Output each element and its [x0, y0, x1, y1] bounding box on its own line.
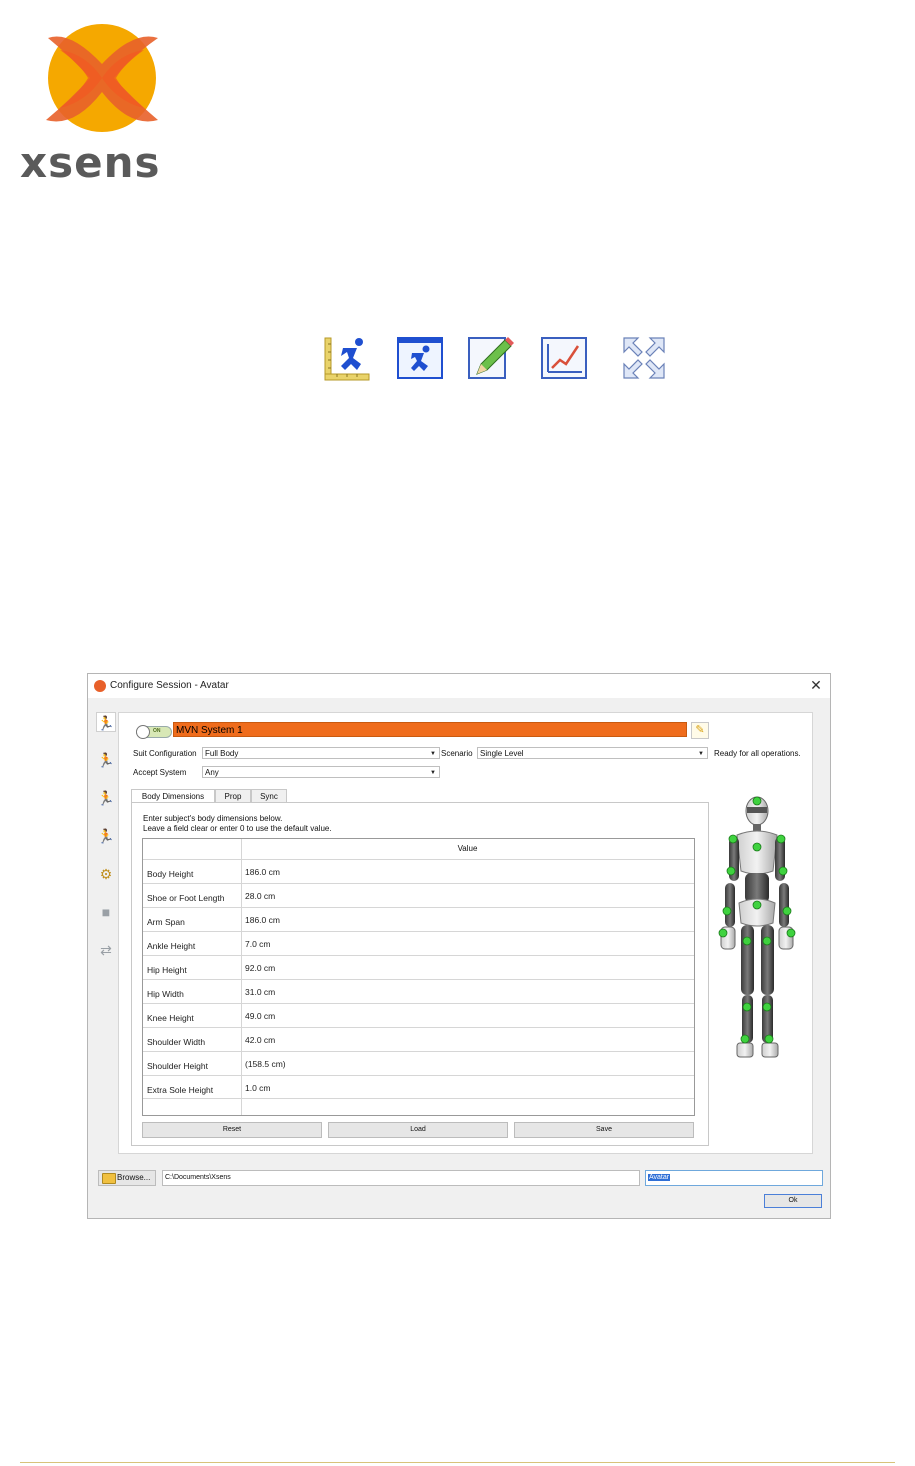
save-button[interactable]: Save [514, 1122, 694, 1138]
row-value[interactable]: 49.0 cm [245, 1011, 275, 1021]
row-value[interactable]: 1.0 cm [245, 1083, 271, 1093]
table-row[interactable]: Shoulder Width 42.0 cm [143, 1027, 694, 1051]
file-name-value: Avatar [648, 1174, 671, 1181]
dialog-title: Configure Session - Avatar [110, 680, 229, 691]
side-item-runner-2-icon[interactable]: 🏃 [96, 750, 116, 770]
row-label: Extra Sole Height [147, 1085, 214, 1095]
system-name-field[interactable]: MVN System 1 [173, 722, 687, 737]
xsens-app-icon [94, 680, 106, 692]
row-label: Knee Height [147, 1013, 194, 1023]
suit-configuration-select[interactable]: Full Body ▼ [202, 747, 440, 759]
table-row[interactable]: Body Height 186.0 cm [143, 859, 694, 883]
dropdown-arrow-icon: ▼ [698, 751, 704, 757]
pencil-edit-icon[interactable] [467, 334, 515, 382]
table-row[interactable]: Shoe or Foot Length 28.0 cm [143, 883, 694, 907]
table-row[interactable]: Shoulder Height (158.5 cm) [143, 1051, 694, 1075]
status-text: Ready for all operations. [714, 749, 801, 758]
side-item-avatar-icon[interactable]: 🏃 [96, 712, 116, 732]
configure-session-dialog: Configure Session - Avatar ✕ 🏃 🏃 🏃 🏃 ⚙ ■… [87, 673, 831, 1219]
accept-system-select[interactable]: Any ▼ [202, 766, 440, 778]
row-label: Hip Height [147, 965, 187, 975]
row-label: Hip Width [147, 989, 184, 999]
page-footer-line [20, 1462, 895, 1463]
side-item-camera-icon[interactable]: ■ [96, 902, 116, 922]
title-bar: Configure Session - Avatar ✕ [88, 674, 830, 698]
row-value[interactable]: 28.0 cm [245, 891, 275, 901]
row-value[interactable]: (158.5 cm) [245, 1059, 286, 1069]
reset-button[interactable]: Reset [142, 1122, 322, 1138]
browse-label: Browse... [117, 1173, 151, 1182]
table-row[interactable]: Arm Span 186.0 cm [143, 907, 694, 931]
instruction-line-1: Enter subject's body dimensions below. [143, 814, 283, 823]
row-value[interactable]: 42.0 cm [245, 1035, 275, 1045]
dropdown-arrow-icon: ▼ [430, 751, 436, 757]
body-dimensions-table: Value Body Height 186.0 cm Shoe or Foot L… [142, 838, 695, 1116]
instruction-line-2: Leave a field clear or enter 0 to use th… [143, 824, 332, 833]
toggle-label: ON [153, 728, 161, 734]
scenario-label: Scenario [441, 749, 473, 758]
table-row[interactable]: Knee Height 49.0 cm [143, 1003, 694, 1027]
table-row[interactable]: Extra Sole Height 1.0 cm [143, 1075, 694, 1099]
accept-system-value: Any [205, 768, 219, 777]
row-label: Shoulder Height [147, 1061, 208, 1071]
value-column-header: Value [457, 844, 478, 853]
avatar-window-icon[interactable] [396, 334, 444, 382]
side-item-runner-4-icon[interactable]: 🏃 [96, 826, 116, 846]
suit-configuration-value: Full Body [205, 749, 239, 758]
body-dimensions-icon[interactable] [323, 334, 371, 382]
tab-prop[interactable]: Prop [215, 789, 251, 803]
file-name-input[interactable]: Avatar [645, 1170, 823, 1186]
row-label: Body Height [147, 869, 194, 879]
row-value[interactable]: 7.0 cm [245, 939, 271, 949]
system-toggle[interactable]: ON [136, 725, 172, 739]
suit-configuration-label: Suit Configuration [133, 749, 197, 758]
side-item-settings-icon[interactable]: ⚙ [96, 864, 116, 884]
line-graph-icon[interactable] [540, 334, 588, 382]
row-label: Arm Span [147, 917, 185, 927]
table-row[interactable]: Ankle Height 7.0 cm [143, 931, 694, 955]
body-dimensions-panel: Enter subject's body dimensions below. L… [131, 802, 709, 1146]
side-item-runner-3-icon[interactable]: 🏃 [96, 788, 116, 808]
row-value[interactable]: 92.0 cm [245, 963, 275, 973]
load-button[interactable]: Load [328, 1122, 508, 1138]
edit-name-icon[interactable]: ✎ [691, 722, 709, 739]
row-value[interactable]: 186.0 cm [245, 915, 280, 925]
accept-system-label: Accept System [133, 768, 187, 777]
dialog-client-area: 🏃 🏃 🏃 🏃 ⚙ ■ ⇄ ON MVN System 1 ✎ Suit Con… [88, 698, 830, 1218]
xsens-wordmark: xsens [20, 138, 161, 187]
table-row[interactable]: Hip Width 31.0 cm [143, 979, 694, 1003]
scenario-value: Single Level [480, 749, 524, 758]
folder-icon [102, 1173, 116, 1184]
expand-arrows-icon[interactable] [620, 334, 668, 382]
row-value[interactable]: 31.0 cm [245, 987, 275, 997]
toggle-knob [136, 725, 150, 739]
scenario-select[interactable]: Single Level ▼ [477, 747, 708, 759]
close-button[interactable]: ✕ [808, 677, 824, 693]
row-label: Shoe or Foot Length [147, 893, 225, 903]
side-navigation: 🏃 🏃 🏃 🏃 ⚙ ■ ⇄ [94, 712, 118, 982]
table-row[interactable]: Hip Height 92.0 cm [143, 955, 694, 979]
xsens-logo-icon [46, 24, 158, 132]
avatar-panel: ON MVN System 1 ✎ Suit Configuration Ful… [118, 712, 813, 1154]
avatar-figure [718, 796, 796, 1058]
browse-button[interactable]: Browse... [98, 1170, 156, 1186]
ok-button[interactable]: Ok [764, 1194, 822, 1208]
tab-sync[interactable]: Sync [251, 789, 287, 803]
row-value[interactable]: 186.0 cm [245, 867, 280, 877]
dropdown-arrow-icon: ▼ [430, 770, 436, 776]
path-input[interactable]: C:\Documents\Xsens [162, 1170, 640, 1186]
side-item-sync-icon[interactable]: ⇄ [96, 940, 116, 960]
row-label: Shoulder Width [147, 1037, 206, 1047]
row-label: Ankle Height [147, 941, 196, 951]
